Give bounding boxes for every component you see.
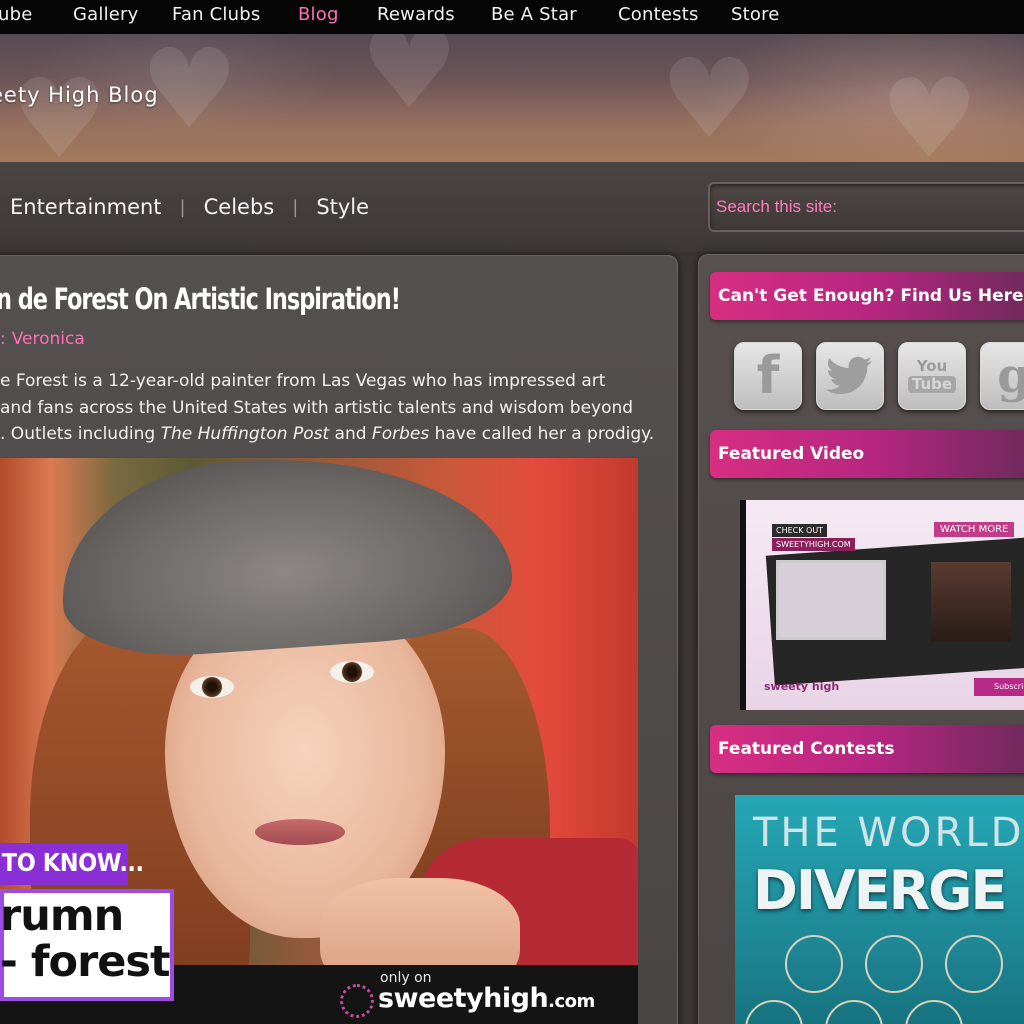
name-card-line: - forest <box>0 937 171 987</box>
heart-decoration: ♥ <box>10 55 109 162</box>
contest-title-line: THE WORLD <box>753 810 1024 856</box>
top-nav: ube Gallery Fan Clubs Blog Rewards Be A … <box>0 0 1024 34</box>
category-nav: Entertainment | Celebs | Style <box>10 195 369 219</box>
faction-symbol-icon <box>905 1000 963 1024</box>
nav-item-blog[interactable]: Blog <box>298 4 339 25</box>
category-style[interactable]: Style <box>316 195 369 219</box>
nav-item-contests[interactable]: Contests <box>618 4 699 25</box>
photo-detail <box>255 819 345 845</box>
facebook-icon[interactable]: f <box>734 342 802 410</box>
author-link[interactable]: Veronica <box>12 329 85 349</box>
faction-symbol-icon <box>745 1000 803 1024</box>
watermark: sweetyhigh.com <box>378 983 595 1014</box>
photo-detail <box>330 661 374 683</box>
video-label: CHECK OUT <box>772 524 828 537</box>
youtube-icon[interactable]: You Tube <box>898 342 966 410</box>
intro-line: and fans across the United States with a… <box>0 397 634 418</box>
faction-symbol-icon <box>825 1000 883 1024</box>
nav-item-youtube[interactable]: ube <box>0 4 33 25</box>
byline: : Veronica <box>0 329 85 349</box>
blog-title[interactable]: eety High Blog <box>0 83 159 107</box>
intro-line: . Outlets including The Huffington Post … <box>0 424 655 444</box>
category-entertainment[interactable]: Entertainment <box>10 195 162 219</box>
article-intro: e Forest is a 12-year-old painter from L… <box>0 368 665 448</box>
featured-video-header: Featured Video <box>710 430 1024 478</box>
heart-decoration: ♥ <box>660 35 759 162</box>
byline-prefix: : <box>0 329 6 349</box>
watch-more-label: WATCH MORE <box>934 522 1015 537</box>
publication-name: Forbes <box>371 424 430 444</box>
subscribe-button[interactable]: Subscribe <box>974 678 1024 696</box>
blog-banner: ♥ ♥ ♥ ♥ ♥ eety High Blog <box>0 34 1024 162</box>
video-label: SWEETYHIGH.COM <box>772 538 855 551</box>
twitter-icon[interactable] <box>816 342 884 410</box>
monitor-image <box>776 560 886 640</box>
featured-video-thumbnail[interactable]: CHECK OUT SWEETYHIGH.COM WATCH MORE swee… <box>740 500 1024 710</box>
get-to-know-tag: TO KNOW... <box>0 843 144 885</box>
nav-item-fan-clubs[interactable]: Fan Clubs <box>172 4 260 25</box>
video-still <box>931 562 1011 642</box>
photo-detail <box>190 676 234 698</box>
category-celebs[interactable]: Celebs <box>204 195 275 219</box>
nav-separator: | <box>179 196 186 218</box>
sweetyhigh-logo-icon <box>340 984 374 1018</box>
heart-decoration: ♥ <box>880 55 979 162</box>
heart-decoration: ♥ <box>360 34 459 133</box>
find-us-header: Can't Get Enough? Find Us Here! <box>710 272 1024 320</box>
faction-symbol-icon <box>865 935 923 993</box>
search-input[interactable] <box>708 182 1024 232</box>
google-plus-icon[interactable]: g <box>980 342 1024 410</box>
featured-contests-header: Featured Contests <box>710 725 1024 773</box>
nav-item-store[interactable]: Store <box>731 4 780 25</box>
featured-contest-banner[interactable]: THE WORLD DIVERGE <box>735 795 1024 1024</box>
nav-item-gallery[interactable]: Gallery <box>73 4 139 25</box>
contest-title-line: DIVERGE <box>753 859 1007 922</box>
faction-symbol-icon <box>945 935 1003 993</box>
intro-line: e Forest is a 12-year-old painter from L… <box>0 371 606 391</box>
name-card-line: rumn <box>0 891 124 941</box>
nav-separator: | <box>292 196 299 218</box>
article-title[interactable]: n de Forest On Artistic Inspiration! <box>0 282 564 316</box>
nav-item-rewards[interactable]: Rewards <box>377 4 455 25</box>
publication-name: The Huffington Post <box>160 424 330 444</box>
video-brand: sweety high <box>764 680 840 693</box>
nav-item-be-a-star[interactable]: Be A Star <box>491 4 577 25</box>
faction-symbol-icon <box>785 935 843 993</box>
